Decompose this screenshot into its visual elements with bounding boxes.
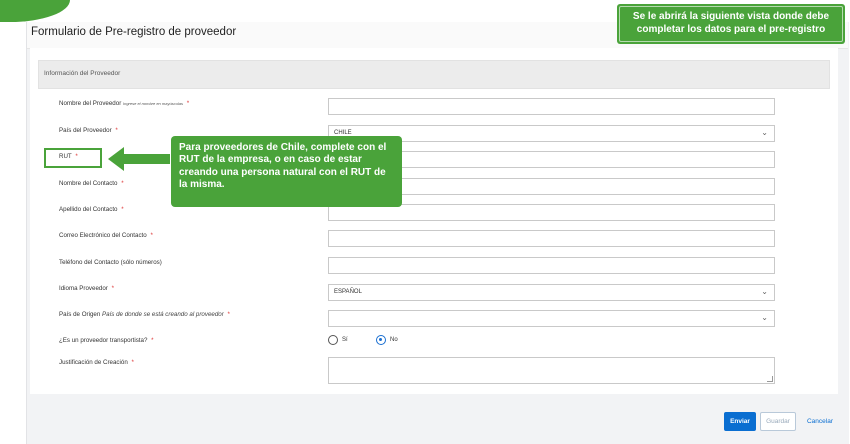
transport-no-radio[interactable]: [376, 335, 386, 345]
decorative-corner-shape: [0, 0, 70, 22]
contact-email-label: Correo Electrónico del Contacto *: [59, 232, 153, 239]
required-marker: *: [121, 180, 124, 187]
transport-yes-label: Sí: [342, 337, 348, 343]
cancel-button[interactable]: Cancelar: [800, 412, 840, 431]
rut-highlight-box: [44, 148, 102, 168]
required-marker: *: [151, 337, 154, 344]
provider-name-label-text: Nombre del Proveedor: [59, 100, 122, 107]
contact-phone-label-text: Teléfono del Contacto (sólo números): [59, 259, 162, 266]
origin-country-select[interactable]: ⌄: [328, 310, 775, 327]
contact-name-label: Nombre del Contacto *: [59, 180, 124, 187]
provider-name-hint: Ingrese el nombre en mayúsculas: [122, 101, 184, 106]
language-select[interactable]: ESPAÑOL ⌄: [328, 284, 775, 301]
justification-label: Justificación de Creación *: [59, 359, 134, 366]
chevron-down-icon: ⌄: [761, 287, 768, 296]
transport-label: ¿Es un proveedor transportista? *: [59, 337, 154, 344]
transport-no-label: No: [390, 337, 398, 343]
section-title: Información del Proveedor: [44, 70, 121, 77]
required-marker: *: [150, 232, 153, 239]
required-marker: *: [115, 127, 118, 134]
required-marker: *: [111, 285, 114, 292]
contact-lastname-label-text: Apellido del Contacto: [59, 206, 118, 213]
provider-country-label: País del Proveedor *: [59, 127, 118, 134]
language-value: ESPAÑOL: [334, 289, 362, 295]
contact-phone-input[interactable]: [328, 257, 775, 274]
page-title: Formulario de Pre-registro de proveedor: [31, 26, 237, 38]
origin-country-label: País de Origen País de donde se está cre…: [59, 311, 230, 318]
justification-label-text: Justificación de Creación: [59, 359, 128, 366]
required-marker: *: [131, 359, 134, 366]
required-marker: *: [186, 100, 190, 107]
provider-name-input[interactable]: [328, 98, 775, 115]
top-note-callout: Se le abrirá la siguiente vista donde de…: [617, 4, 845, 44]
origin-country-label-text: País de Origen: [59, 311, 101, 318]
transport-yes-radio[interactable]: [328, 335, 338, 345]
chevron-down-icon: ⌄: [761, 313, 768, 322]
transport-label-text: ¿Es un proveedor transportista?: [59, 337, 148, 344]
contact-name-label-text: Nombre del Contacto: [59, 180, 118, 187]
language-label: Idioma Proveedor *: [59, 285, 114, 292]
origin-country-hint: País de donde se está creando al proveed…: [102, 311, 224, 318]
contact-lastname-label: Apellido del Contacto *: [59, 206, 124, 213]
provider-country-label-text: País del Proveedor: [59, 127, 112, 134]
contact-phone-label: Teléfono del Contacto (sólo números): [59, 259, 162, 266]
justification-textarea[interactable]: [328, 357, 775, 384]
section-header: [38, 60, 830, 89]
rut-callout: Para proveedores de Chile, complete con …: [171, 136, 402, 207]
required-marker: *: [121, 206, 124, 213]
send-button[interactable]: Enviar: [724, 412, 756, 431]
resize-handle-icon[interactable]: [767, 376, 773, 382]
save-button[interactable]: Guardar: [760, 412, 796, 431]
arrow-left-icon: [108, 147, 170, 171]
provider-name-label: Nombre del Proveedor Ingrese el nombre e…: [59, 100, 189, 107]
required-marker: *: [227, 311, 230, 318]
contact-email-label-text: Correo Electrónico del Contacto: [59, 232, 147, 239]
contact-email-input[interactable]: [328, 230, 775, 247]
language-label-text: Idioma Proveedor: [59, 285, 108, 292]
chevron-down-icon: ⌄: [761, 128, 768, 137]
